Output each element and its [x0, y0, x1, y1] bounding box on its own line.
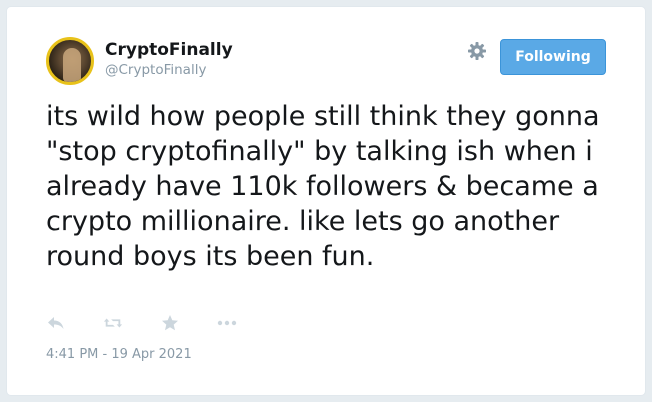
avatar-figure [63, 48, 81, 82]
star-icon[interactable] [160, 313, 180, 333]
tweet-card: CryptoFinally @CryptoFinally Following i… [6, 6, 646, 396]
tweet-text: its wild how people still think they gon… [46, 101, 600, 272]
user-handle[interactable]: @CryptoFinally [105, 62, 206, 78]
tweet-timestamp[interactable]: 4:41 PM - 19 Apr 2021 [46, 347, 192, 362]
gear-icon[interactable] [467, 41, 487, 61]
retweet-icon[interactable] [103, 313, 123, 333]
following-button[interactable]: Following [500, 39, 606, 75]
avatar[interactable] [46, 37, 94, 85]
reply-icon[interactable] [46, 313, 66, 333]
display-name[interactable]: CryptoFinally [105, 40, 233, 60]
more-icon[interactable] [217, 313, 237, 333]
tweet-actions [46, 312, 274, 334]
